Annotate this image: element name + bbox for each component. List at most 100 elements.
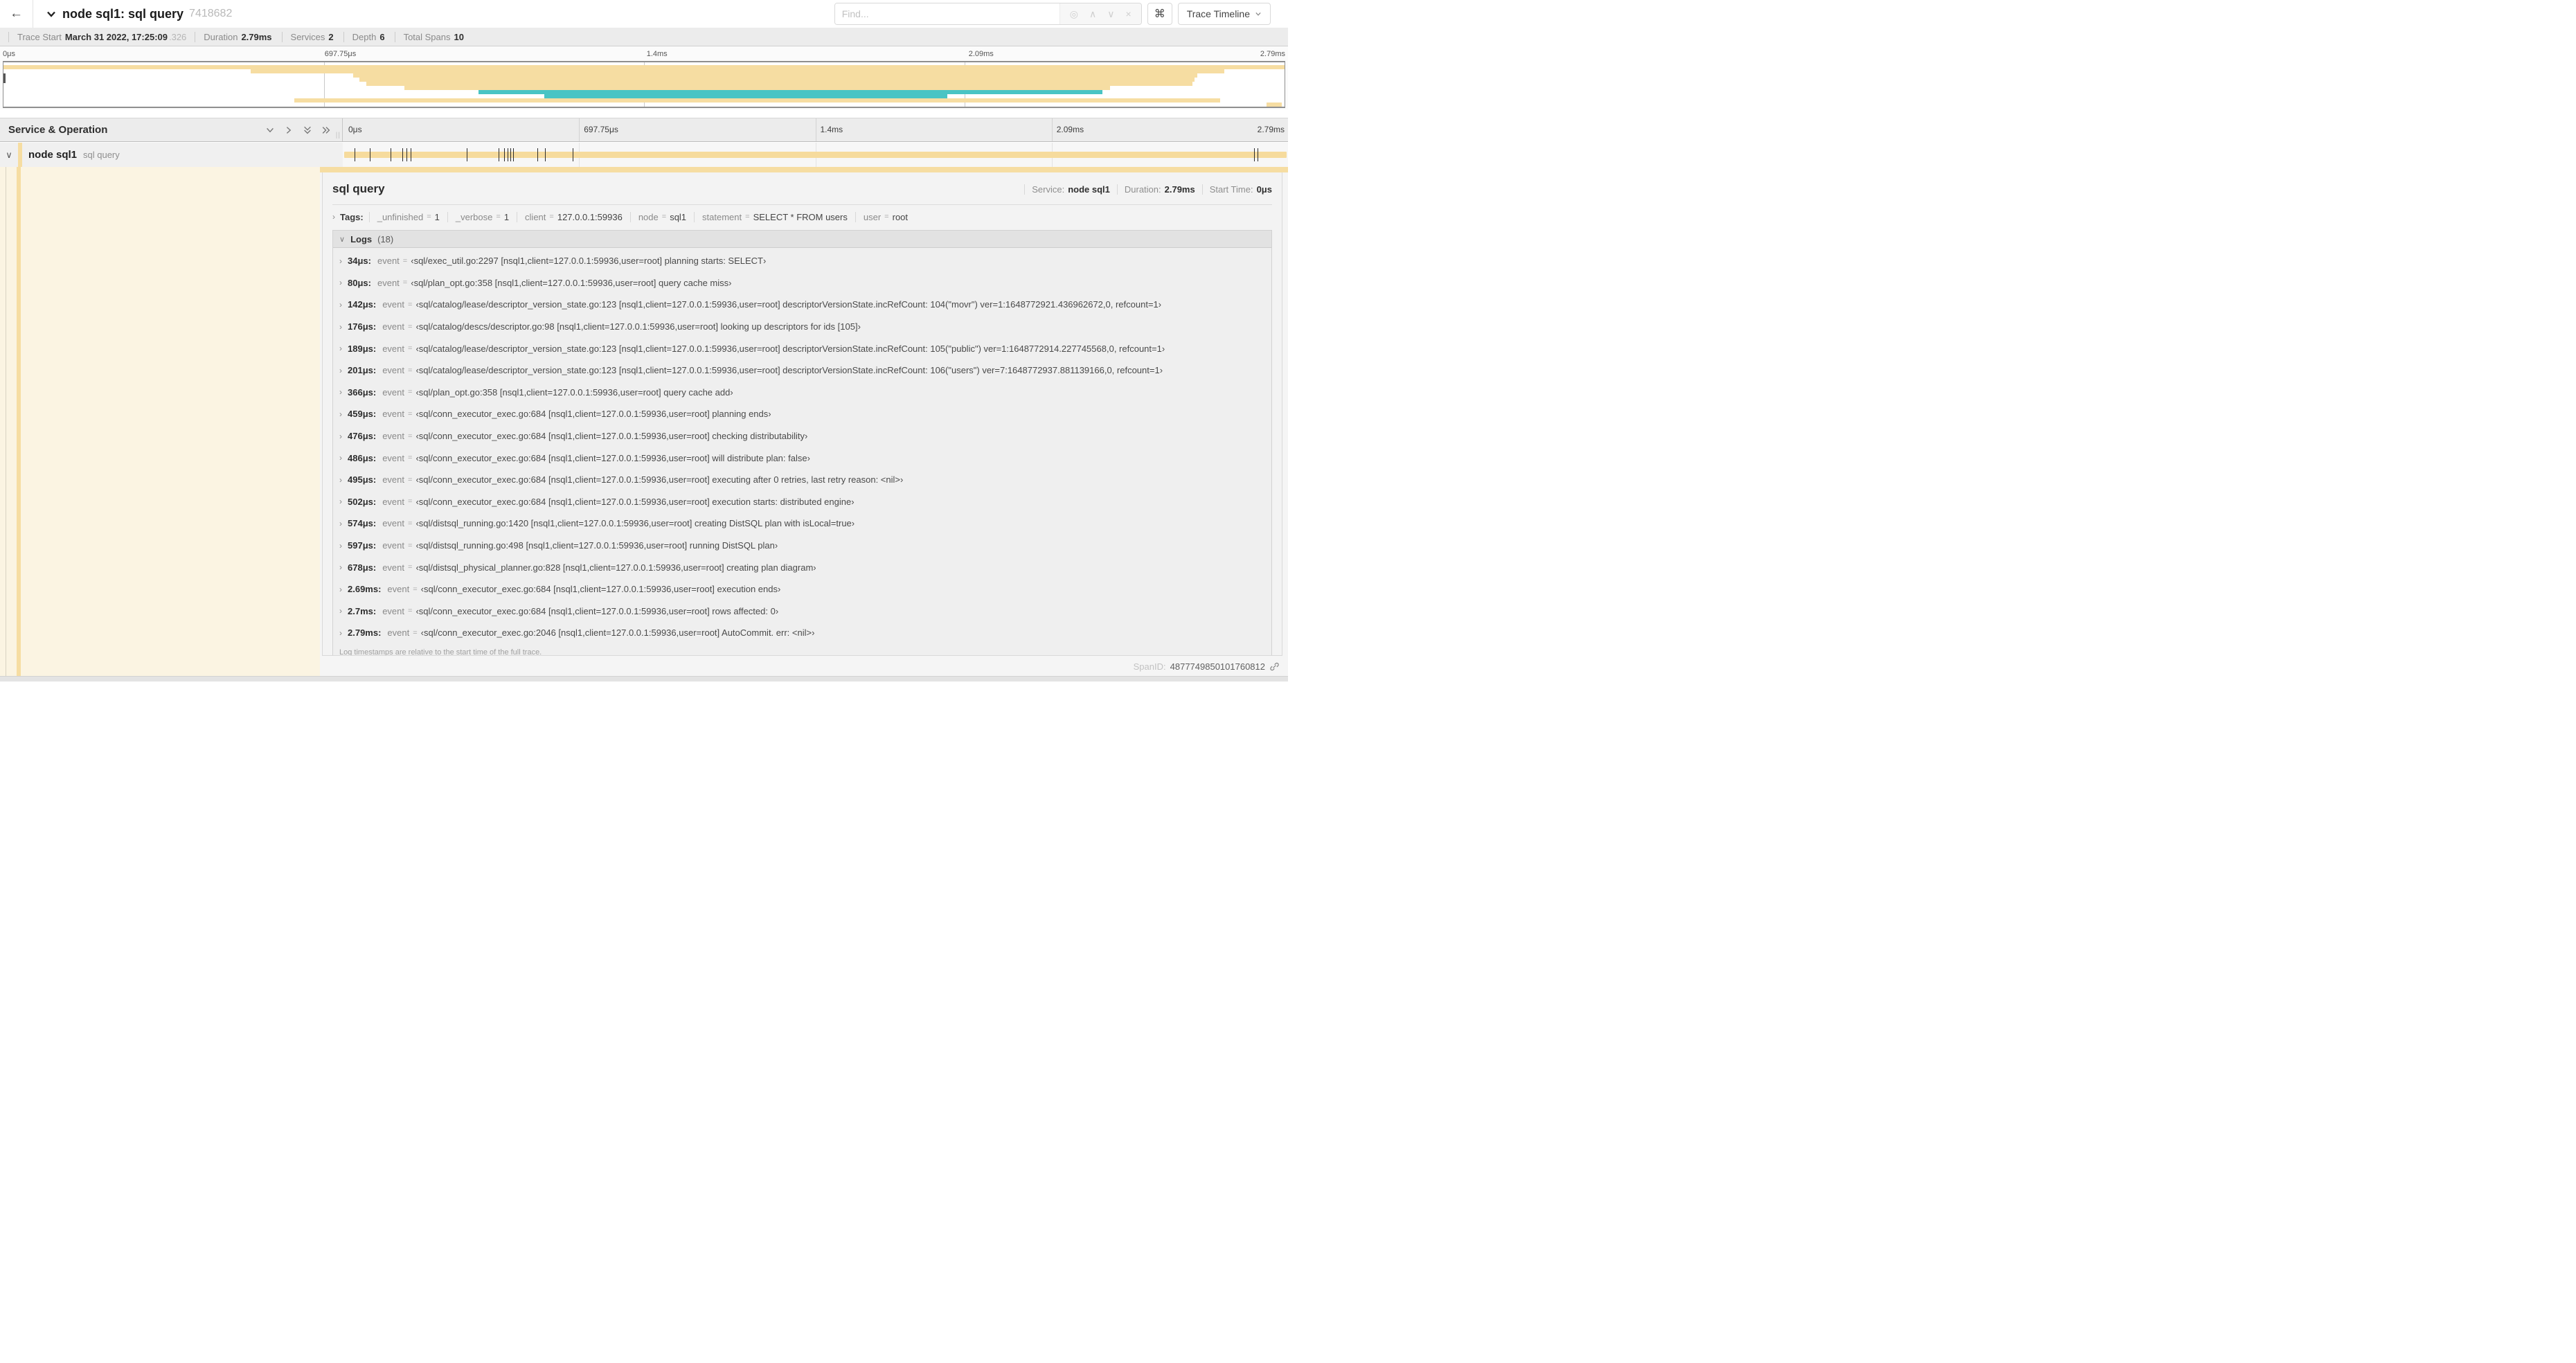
logs-header[interactable]: ∨ Logs (18) [333,231,1271,248]
chevron-right-icon[interactable]: › [339,519,342,528]
log-row[interactable]: › 2.69ms: event = ‹sql/conn_executor_exe… [333,578,1271,600]
link-icon[interactable] [1269,661,1280,672]
span-id-value: 4877749850101760812 [1170,661,1265,672]
tags-list: _unfinished = 1 _verbose = 1 client = 12… [368,211,915,222]
back-button[interactable]: ← [0,0,33,28]
horizontal-scrollbar[interactable] [0,676,1288,682]
chevron-right-icon[interactable]: › [339,344,342,353]
chevron-down-icon[interactable]: ∨ [339,235,345,244]
chevron-right-icon[interactable]: › [339,387,342,397]
chevron-right-icon[interactable]: › [339,562,342,572]
chevron-right-icon[interactable]: › [339,453,342,463]
timeline-tick: 697.75μs [584,125,618,134]
log-message: ‹sql/distsql_physical_planner.go:828 [ns… [415,562,816,573]
find-controls: ◎ ∧ ∨ × [1059,3,1141,24]
trace-minimap[interactable]: 0μs 697.75μs 1.4ms 2.09ms 2.79ms [0,46,1288,109]
span-row-timeline[interactable] [343,143,1288,167]
chevron-right-icon[interactable]: › [339,366,342,375]
chevron-right-icon[interactable]: › [332,212,335,222]
span-row-name-cell[interactable]: ∨ node sql1 sql query [0,143,343,167]
log-row[interactable]: › 189μs: event = ‹sql/catalog/lease/desc… [333,337,1271,359]
tag-item: user = root [855,211,915,222]
view-dropdown-button[interactable]: Trace Timeline [1177,3,1271,25]
logs-rows: › 34μs: event = ‹sql/exec_util.go:2297 [… [333,248,1271,644]
log-row[interactable]: › 459μs: event = ‹sql/conn_executor_exec… [333,403,1271,425]
log-equals: = [402,256,408,265]
log-row[interactable]: › 34μs: event = ‹sql/exec_util.go:2297 [… [333,250,1271,272]
tags-row[interactable]: › Tags: _unfinished = 1 _verbose = 1 cli… [332,206,1272,227]
timeline-gridline [1051,118,1053,141]
collapse-title-chevron-icon[interactable] [46,8,57,19]
log-timestamp: 142μs: [348,299,377,310]
prev-match-icon[interactable]: ∧ [1089,8,1096,20]
log-row[interactable]: › 366μs: event = ‹sql/plan_opt.go:358 [n… [333,382,1271,404]
log-row[interactable]: › 574μs: event = ‹sql/distsql_running.go… [333,513,1271,535]
keyboard-shortcuts-button[interactable]: ⌘ [1147,3,1172,25]
log-marker-tick [406,148,408,161]
trace-title-group[interactable]: node sql1: sql query 7418682 [46,7,834,21]
chevron-right-icon[interactable]: › [339,628,342,638]
trace-info-item: Trace Start March 31 2022, 17:25:09 .326 [8,31,195,42]
chevron-right-icon[interactable]: › [339,409,342,419]
clear-search-icon[interactable]: × [1126,8,1132,19]
log-equals: = [408,366,413,375]
chevron-right-icon[interactable]: › [339,431,342,441]
log-row[interactable]: › 597μs: event = ‹sql/distsql_running.go… [333,535,1271,557]
log-row[interactable]: › 476μs: event = ‹sql/conn_executor_exec… [333,425,1271,447]
minimap-span [1267,103,1282,107]
span-detail-card: sql query Service: node sql1 Duration: 2… [322,172,1282,656]
chevron-right-icon[interactable]: › [339,278,342,287]
span-color-accent [18,143,22,167]
log-marker-tick [402,148,404,161]
log-row[interactable]: › 201μs: event = ‹sql/catalog/lease/desc… [333,359,1271,382]
chevron-right-icon[interactable]: › [339,585,342,594]
log-row[interactable]: › 2.7ms: event = ‹sql/conn_executor_exec… [333,600,1271,623]
log-row[interactable]: › 142μs: event = ‹sql/catalog/lease/desc… [333,294,1271,316]
minimap-span [294,98,1221,103]
log-row[interactable]: › 495μs: event = ‹sql/conn_executor_exec… [333,469,1271,491]
span-row[interactable]: ∨ node sql1 sql query [0,143,1288,167]
span-detail-panel: sql query Service: node sql1 Duration: 2… [320,167,1288,676]
chevron-right-icon[interactable]: › [339,606,342,616]
log-row[interactable]: › 678μs: event = ‹sql/distsql_physical_p… [333,556,1271,578]
tag-item: _verbose = 1 [447,211,517,222]
expand-all-icon[interactable] [321,125,331,135]
minimap-canvas[interactable] [3,61,1285,108]
minimap-tick: 697.75μs [324,50,357,58]
chevron-right-icon[interactable]: › [339,497,342,506]
log-field-key: event [382,540,405,551]
chevron-right-icon[interactable]: › [339,541,342,551]
log-message: ‹sql/conn_executor_exec.go:2046 [nsql1,c… [420,627,815,639]
log-marker-tick [1254,148,1255,161]
next-match-icon[interactable]: ∨ [1107,8,1114,20]
log-row[interactable]: › 502μs: event = ‹sql/conn_executor_exec… [333,491,1271,513]
log-row[interactable]: › 486μs: event = ‹sql/conn_executor_exec… [333,447,1271,469]
chevron-right-icon[interactable]: › [339,256,342,266]
minimap-drag-handle[interactable] [3,73,6,83]
locate-icon[interactable]: ◎ [1070,8,1078,20]
chevron-right-icon[interactable]: › [339,322,342,332]
chevron-right-icon[interactable]: › [339,475,342,485]
span-meta-item: Service: node sql1 [1024,184,1117,195]
log-equals: = [408,607,413,616]
log-row[interactable]: › 80μs: event = ‹sql/plan_opt.go:358 [ns… [333,272,1271,294]
span-detail-indent-column [0,167,320,676]
log-field-key: event [382,299,405,310]
column-resize-grip[interactable]: || [336,132,341,139]
collapse-all-icon[interactable] [303,125,312,135]
log-row[interactable]: › 176μs: event = ‹sql/catalog/descs/desc… [333,316,1271,338]
expand-one-icon[interactable] [284,125,294,135]
log-row[interactable]: › 2.79ms: event = ‹sql/conn_executor_exe… [333,622,1271,644]
trace-info-item: Services 2 [281,31,343,42]
log-timestamp: 476μs: [348,431,377,442]
log-message: ‹sql/conn_executor_exec.go:684 [nsql1,cl… [415,496,855,507]
span-collapse-chevron-icon[interactable]: ∨ [0,150,18,161]
chevron-right-icon[interactable]: › [339,300,342,310]
collapse-one-icon[interactable] [265,125,275,135]
minimap-tick-labels: 0μs 697.75μs 1.4ms 2.09ms 2.79ms [0,46,1288,61]
log-equals: = [408,541,413,550]
log-timestamp: 34μs: [348,256,371,267]
find-input[interactable] [834,3,1059,24]
find-box: ◎ ∧ ∨ × [834,3,1142,25]
log-field-key: event [382,496,405,507]
